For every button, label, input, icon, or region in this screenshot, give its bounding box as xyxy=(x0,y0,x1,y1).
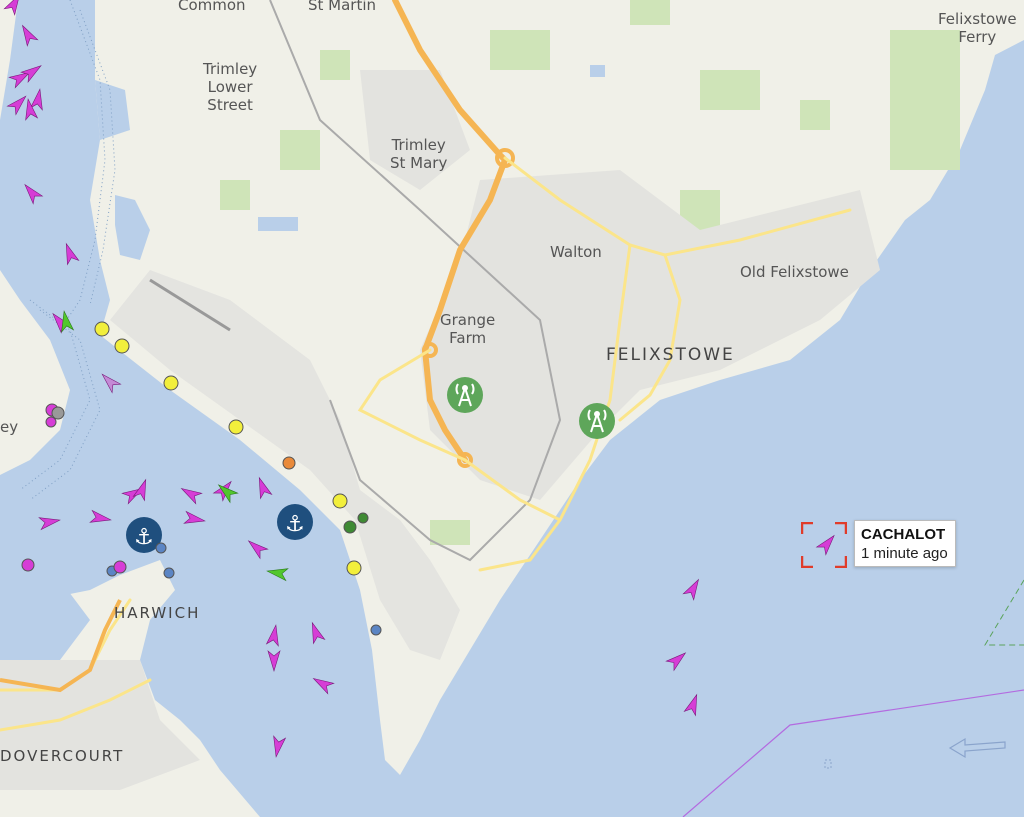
place-label-line: Grange xyxy=(440,311,496,329)
buoy-yellow[interactable] xyxy=(114,338,130,354)
place-trimley-lower-street: Trimley Lower Street xyxy=(203,60,257,114)
place-label-line: Felixstowe xyxy=(938,10,1017,28)
place-label-line: Lower xyxy=(207,78,253,96)
buoy-orange[interactable] xyxy=(282,456,296,470)
place-felixstowe-ferry: Felixstowe Ferry xyxy=(938,10,1017,46)
place-common: Common xyxy=(178,0,246,14)
place-old-felixstowe: Old Felixstowe xyxy=(740,263,849,281)
anchor-icon: ⚓ xyxy=(134,525,154,550)
anchorage-marker-2[interactable]: ⚓ xyxy=(277,504,313,540)
place-label-line: St Mary xyxy=(390,154,448,172)
place-partial: ey xyxy=(0,418,19,436)
place-label-line: Ferry xyxy=(958,28,997,46)
map-canvas[interactable]: ⚓ ⚓ xyxy=(0,0,1024,817)
place-label-line: Trimley xyxy=(203,60,258,78)
radio-station-1[interactable] xyxy=(447,377,483,413)
buoy-pink[interactable] xyxy=(21,558,35,572)
place-dovercourt: DOVERCOURT xyxy=(0,747,125,765)
place-label-line: Street xyxy=(207,96,253,114)
buoy-yellow[interactable] xyxy=(163,375,179,391)
radio-station-2[interactable] xyxy=(579,403,615,439)
place-label-line: Trimley xyxy=(391,136,446,154)
buoy-green[interactable] xyxy=(343,520,357,534)
place-felixstowe: FELIXSTOWE xyxy=(606,345,735,365)
buoy-blue[interactable] xyxy=(155,542,167,554)
buoy-green[interactable] xyxy=(357,512,369,524)
buoy-yellow[interactable] xyxy=(94,321,110,337)
buoy-yellow[interactable] xyxy=(346,560,362,576)
vessel-last-seen: 1 minute ago xyxy=(861,545,948,562)
place-trimley-st-mary: Trimley St Mary xyxy=(390,136,447,172)
place-harwich: HARWICH xyxy=(114,604,201,622)
selected-vessel-frame[interactable] xyxy=(801,522,847,568)
place-walton: Walton xyxy=(550,243,602,261)
buoy-pink[interactable] xyxy=(45,416,57,428)
vessel-name: CACHALOT xyxy=(861,526,946,543)
buoy-yellow[interactable] xyxy=(228,419,244,435)
place-label-line: Farm xyxy=(449,329,487,347)
buoy-yellow[interactable] xyxy=(332,493,348,509)
vessel-popup[interactable]: CACHALOT 1 minute ago xyxy=(854,520,956,567)
buoy-blue[interactable] xyxy=(370,624,382,636)
place-st-martin: St Martin xyxy=(308,0,377,14)
anchor-icon: ⚓ xyxy=(285,512,305,537)
buoy-pink[interactable] xyxy=(113,560,127,574)
place-grange-farm: Grange Farm xyxy=(440,311,495,347)
buoy-blue[interactable] xyxy=(163,567,175,579)
buoy-grey[interactable] xyxy=(51,406,65,420)
